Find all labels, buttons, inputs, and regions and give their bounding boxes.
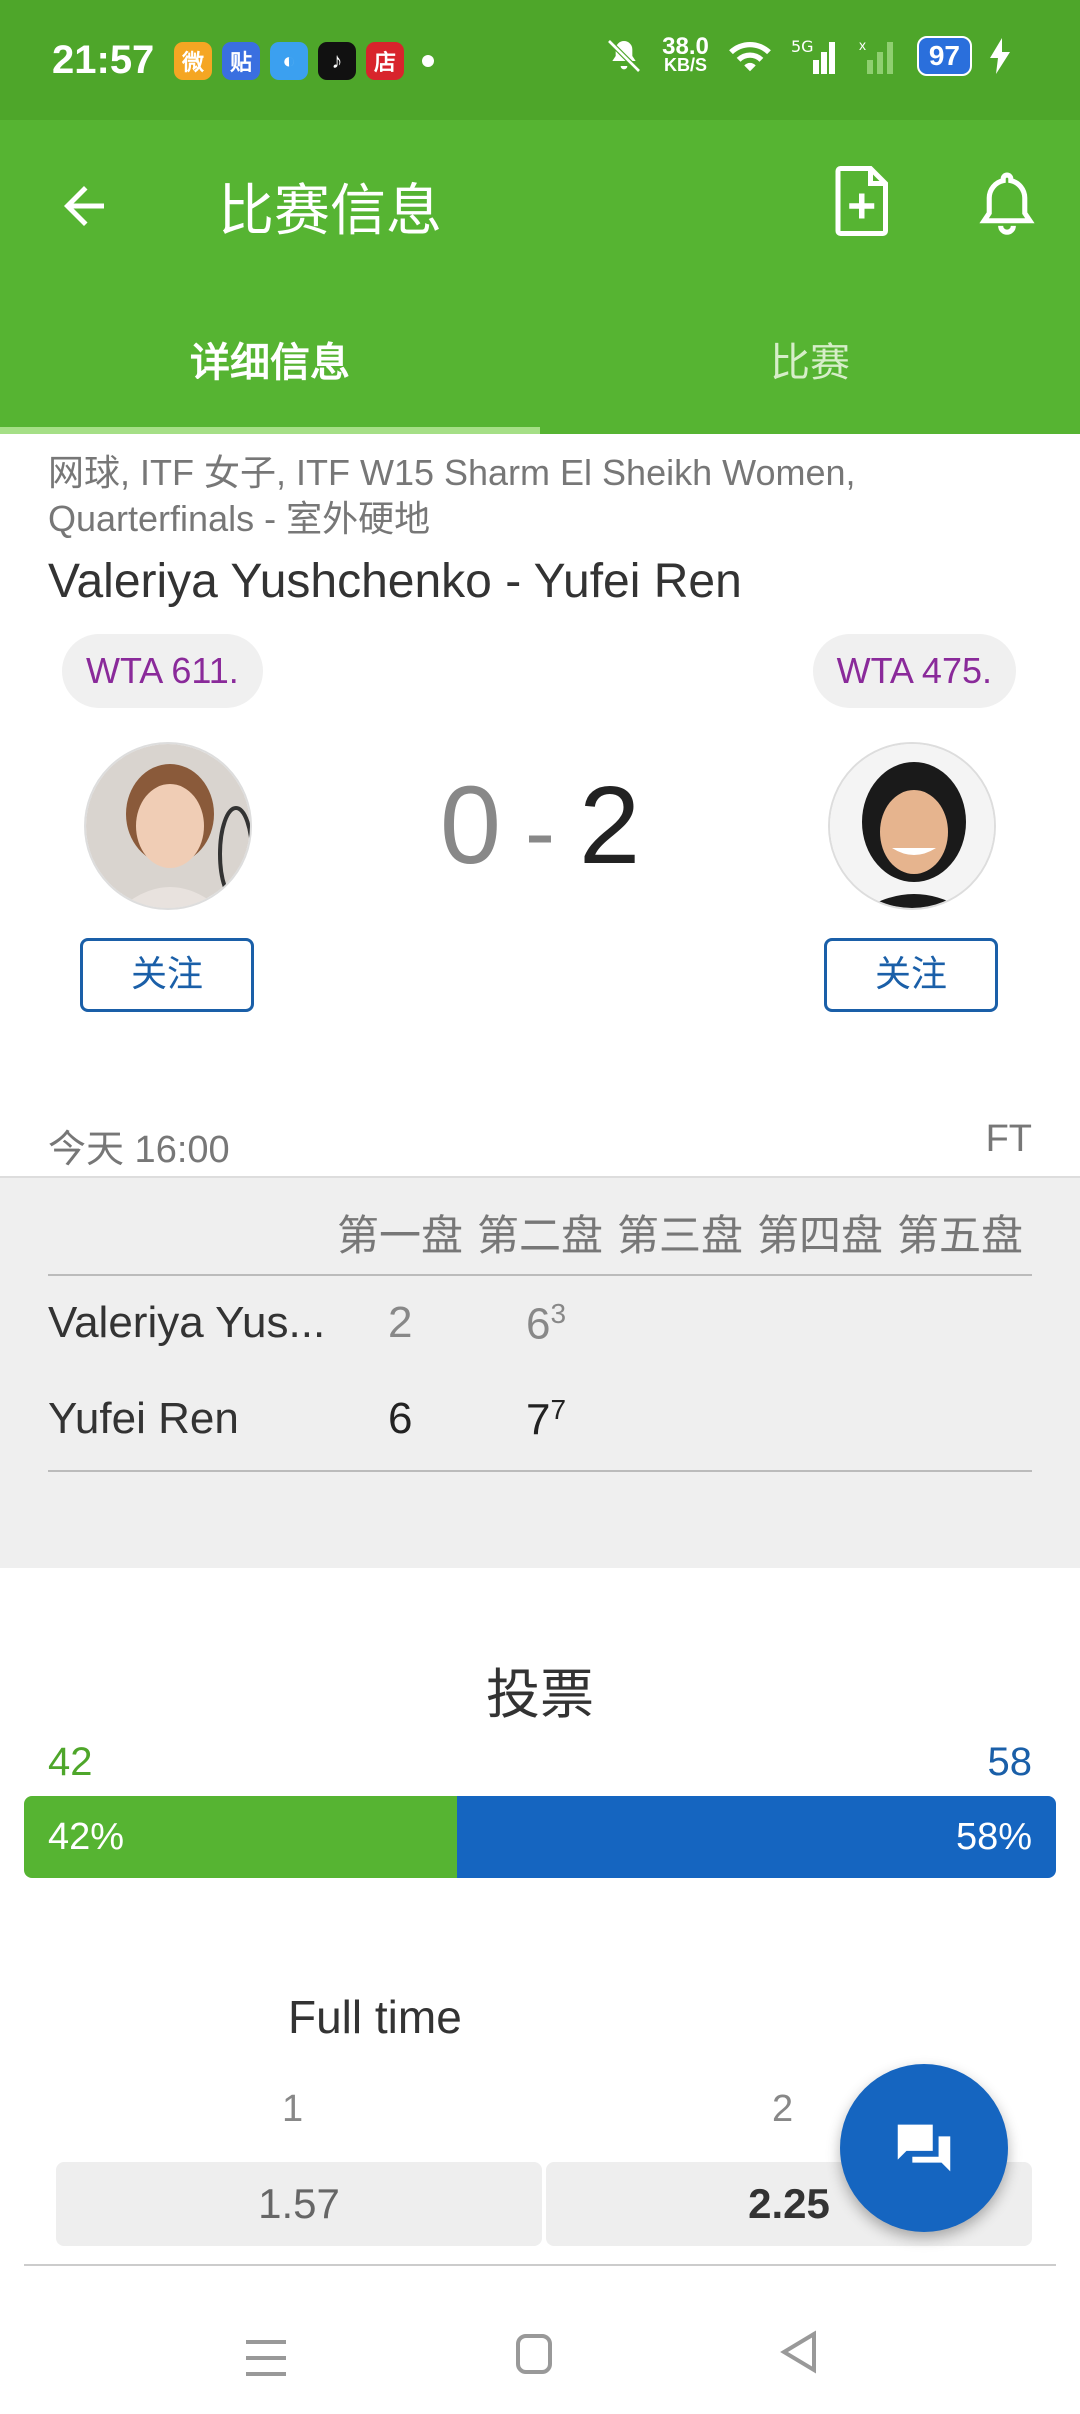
- app-bar: 比赛信息: [0, 120, 1080, 278]
- set-headers: 第一盘 第二盘 第三盘 第四盘 第五盘: [330, 1202, 1030, 1263]
- set-header: 第一盘: [336, 1211, 463, 1260]
- back-nav-icon[interactable]: [778, 2330, 818, 2374]
- match-date: 今天 16:00: [48, 1129, 230, 1171]
- charging-icon: [990, 38, 1010, 74]
- svg-text:5G: 5G: [791, 37, 814, 56]
- tiebreak-score: 7: [550, 1394, 567, 1425]
- set-score: 77: [526, 1394, 567, 1445]
- douyin-icon: ♪: [318, 42, 356, 80]
- vote-away-count: 58: [987, 1740, 1033, 1784]
- table-row: Yufei Ren 6 77: [48, 1394, 1032, 1474]
- away-score: 2: [578, 764, 641, 887]
- more-notifications-dot: [422, 55, 434, 67]
- set-score: 6: [388, 1394, 413, 1443]
- mute-icon: [607, 39, 641, 73]
- set-header: 第二盘: [476, 1211, 603, 1260]
- player-name: Yufei Ren: [48, 1394, 239, 1443]
- tiebreak-score: 3: [550, 1298, 567, 1329]
- set-scores-table: 第一盘 第二盘 第三盘 第四盘 第五盘 Valeriya Yus... 2 63…: [0, 1176, 1080, 1568]
- notification-icons: 微 贴 ◐ ♪ 店: [174, 42, 434, 80]
- home-rank-badge: WTA 611.: [62, 634, 263, 708]
- match-title: Valeriya Yushchenko - Yufei Ren: [48, 555, 742, 608]
- player-name: Valeriya Yus...: [48, 1298, 326, 1347]
- follow-away-button[interactable]: 关注: [824, 938, 998, 1012]
- status-time: 21:57: [52, 38, 155, 82]
- odds-label-away: 2: [772, 2088, 794, 2130]
- tab-bar: 详细信息 比赛: [0, 278, 1080, 434]
- weibo-icon: 微: [174, 42, 212, 80]
- battery-level: 97: [916, 36, 972, 76]
- table-row: Valeriya Yus... 2 63: [48, 1298, 1032, 1378]
- vote-home-segment[interactable]: 42%: [24, 1796, 458, 1878]
- vote-bar[interactable]: 42% 58%: [24, 1796, 1056, 1878]
- vote-title: 投票: [486, 1663, 594, 1726]
- odds-title: Full time: [288, 1991, 462, 2043]
- wifi-icon: [728, 41, 771, 72]
- home-score: 0: [439, 764, 501, 887]
- signal-5g-icon: 5G: [791, 37, 835, 74]
- add-document-icon[interactable]: [832, 166, 894, 236]
- signal-sim2-icon: x: [859, 37, 893, 74]
- page-title: 比赛信息: [218, 179, 442, 244]
- status-bar: 21:57 微 贴 ◐ ♪ 店 38.0 KB/S 5G x 97: [0, 0, 1080, 120]
- home-nav-icon[interactable]: [514, 2332, 554, 2376]
- set-header: 第三盘: [616, 1211, 743, 1260]
- set-score: 2: [388, 1298, 413, 1347]
- follow-home-button[interactable]: 关注: [80, 938, 254, 1012]
- chat-fab-button[interactable]: [840, 2064, 1008, 2232]
- back-arrow-icon[interactable]: [54, 176, 114, 236]
- tab-match[interactable]: 比赛: [540, 278, 1080, 434]
- system-nav-bar: [0, 2290, 1080, 2414]
- tab-details[interactable]: 详细信息: [0, 278, 540, 434]
- svg-text:x: x: [859, 37, 866, 53]
- away-rank-badge: WTA 475.: [812, 634, 1016, 708]
- set-header: 第四盘: [756, 1211, 883, 1260]
- set-score: 63: [526, 1298, 567, 1349]
- divider: [48, 1470, 1032, 1472]
- recents-nav-icon[interactable]: [244, 2338, 288, 2378]
- vote-home-count: 42: [48, 1740, 93, 1784]
- status-right: 38.0 KB/S 5G x 97: [604, 33, 1010, 76]
- breadcrumb[interactable]: 网球, ITF 女子, ITF W15 Sharm El Sheikh Wome…: [48, 450, 1008, 542]
- store-icon: 店: [366, 42, 404, 80]
- set-header: 第五盘: [896, 1211, 1023, 1260]
- odds-home-button[interactable]: 1.57: [56, 2162, 542, 2246]
- browser-icon: ◐: [270, 42, 308, 80]
- divider: [48, 1274, 1032, 1276]
- match-score: 0-2: [0, 762, 1080, 889]
- odds-label-home: 1: [282, 2088, 304, 2130]
- match-status: FT: [985, 1118, 1032, 1160]
- chat-icon: [897, 2124, 951, 2172]
- divider: [24, 2264, 1056, 2266]
- bell-icon[interactable]: [976, 170, 1038, 236]
- network-speed: 38.0 KB/S: [662, 33, 709, 75]
- vote-away-segment[interactable]: 58%: [457, 1796, 1056, 1878]
- score-separator: -: [525, 783, 555, 883]
- tieba-icon: 贴: [222, 42, 260, 80]
